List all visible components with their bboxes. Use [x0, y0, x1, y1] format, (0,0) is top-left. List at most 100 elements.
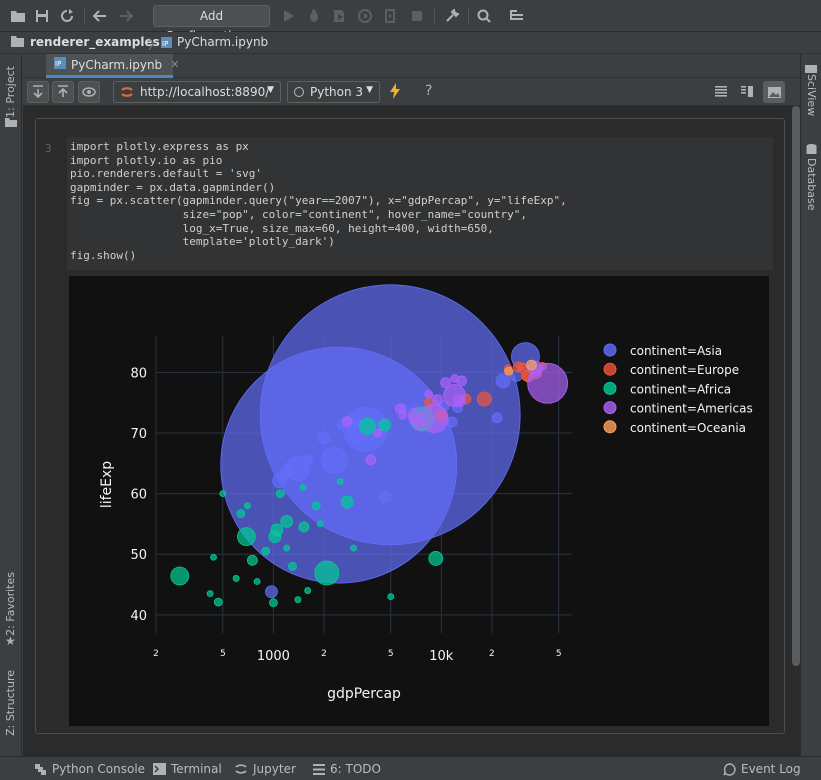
sciview-tool-button[interactable]: SciView	[805, 74, 818, 116]
code-cell[interactable]: import plotly.express as pximport plotly…	[67, 137, 773, 270]
editor-tab-bar: IP PyCharm.ipynb ✕	[23, 54, 800, 78]
insert-cell-above-icon[interactable]	[52, 81, 74, 103]
save-icon[interactable]	[32, 6, 52, 26]
data-point	[526, 360, 536, 370]
server-url-value: http://localhost:8890/	[140, 85, 269, 99]
svg-text:IP: IP	[55, 60, 61, 68]
data-point	[303, 455, 313, 465]
vertical-scrollbar[interactable]	[792, 106, 800, 666]
data-point	[269, 599, 277, 607]
data-point	[300, 485, 306, 491]
notebook-file-icon: IP	[160, 36, 173, 52]
vcs-icon[interactable]	[507, 6, 527, 26]
event-log-button[interactable]: Event Log	[723, 762, 801, 776]
data-point	[254, 578, 260, 584]
favorites-tool-label: 2: Favorites	[4, 572, 17, 636]
add-configuration-button[interactable]: Add Configuration...	[153, 5, 270, 27]
data-point	[505, 367, 513, 375]
data-point	[359, 418, 375, 434]
kernel-select[interactable]: Python 3 ▼	[287, 81, 380, 103]
data-point	[388, 594, 394, 600]
run-icon[interactable]	[279, 6, 299, 26]
code-line: template='plotly_dark')	[70, 235, 773, 249]
todo-icon	[313, 764, 325, 775]
favorites-tool-button[interactable]: 2: Favorites	[4, 572, 17, 636]
y-tick-label: 40	[130, 609, 147, 624]
folder-icon	[5, 116, 17, 130]
data-point	[312, 502, 320, 510]
data-point	[379, 491, 391, 503]
x-tick-label: 5	[556, 649, 562, 659]
back-icon[interactable]	[90, 6, 110, 26]
debug-icon[interactable]	[304, 6, 324, 26]
terminal-icon	[153, 763, 166, 775]
database-tool-button[interactable]: Database	[805, 158, 818, 211]
star-icon: ★	[5, 634, 16, 648]
event-log-icon	[723, 763, 736, 776]
data-point	[429, 551, 443, 565]
data-point	[399, 411, 407, 419]
data-point	[451, 374, 459, 382]
jupyter-button[interactable]: Jupyter	[234, 762, 296, 776]
wrench-icon[interactable]	[442, 6, 462, 26]
structure-tool-label: Z: Structure	[4, 670, 17, 736]
data-point	[233, 575, 239, 581]
event-log-label: Event Log	[741, 762, 801, 776]
preview-only-icon[interactable]	[763, 81, 785, 103]
data-point	[211, 554, 217, 560]
data-point	[379, 419, 391, 431]
legend-label: continent=Europe	[630, 363, 739, 377]
split-view-icon[interactable]	[741, 86, 753, 100]
data-point	[305, 588, 311, 594]
close-icon[interactable]: ✕	[170, 58, 179, 71]
data-point	[281, 515, 293, 527]
search-icon[interactable]	[474, 6, 494, 26]
jupyter-label: Jupyter	[253, 762, 296, 776]
eye-icon[interactable]	[78, 81, 100, 103]
attach-icon[interactable]	[380, 6, 400, 26]
chevron-down-icon: ▼	[267, 85, 274, 95]
x-tick-label: 1000	[257, 649, 290, 664]
server-url-select[interactable]: http://localhost:8890/ ▼	[113, 81, 281, 103]
plot-output: 2510002510k254050607080gdpPercaplifeExpc…	[69, 276, 769, 726]
data-point	[425, 390, 433, 398]
breadcrumb-project[interactable]: renderer_examples	[30, 35, 160, 49]
project-tool-button[interactable]: 1: Project	[4, 66, 17, 118]
data-point	[220, 491, 226, 497]
todo-label: 6: TODO	[330, 762, 381, 776]
forward-icon[interactable]	[116, 6, 136, 26]
data-point	[289, 562, 297, 570]
lightning-icon[interactable]	[389, 83, 401, 102]
tab-pycharm-ipynb[interactable]: IP PyCharm.ipynb ✕	[46, 54, 173, 78]
y-tick-label: 70	[130, 427, 147, 442]
notebook-editor: 3 import plotly.express as pximport plot…	[23, 106, 800, 756]
coverage-icon[interactable]	[329, 6, 349, 26]
kernel-status-icon	[294, 87, 304, 97]
notebook-file-icon: IP	[54, 57, 66, 72]
help-button[interactable]: ?	[425, 83, 432, 99]
editor-only-icon[interactable]	[715, 86, 727, 100]
data-point	[284, 545, 290, 551]
x-tick-label: 2	[321, 649, 327, 659]
data-point	[295, 597, 301, 603]
python-icon	[34, 763, 47, 776]
data-point	[237, 510, 245, 518]
code-line: fig.show()	[70, 249, 773, 263]
todo-button[interactable]: 6: TODO	[313, 762, 381, 776]
breadcrumb-file[interactable]: PyCharm.ipynb	[177, 35, 268, 49]
open-folder-icon[interactable]	[8, 6, 28, 26]
structure-tool-button[interactable]: Z: Structure	[4, 670, 17, 736]
data-point	[441, 378, 451, 388]
data-point	[262, 547, 270, 555]
stop-icon[interactable]	[407, 6, 427, 26]
sync-icon[interactable]	[57, 6, 77, 26]
data-point	[409, 415, 419, 425]
data-point	[214, 598, 222, 606]
profile-icon[interactable]	[355, 6, 375, 26]
insert-cell-below-icon[interactable]	[27, 81, 49, 103]
sciview-icon	[805, 62, 817, 70]
python-console-button[interactable]: Python Console	[34, 762, 145, 776]
y-tick-label: 80	[130, 366, 147, 381]
terminal-label: Terminal	[171, 762, 222, 776]
terminal-button[interactable]: Terminal	[153, 762, 222, 776]
